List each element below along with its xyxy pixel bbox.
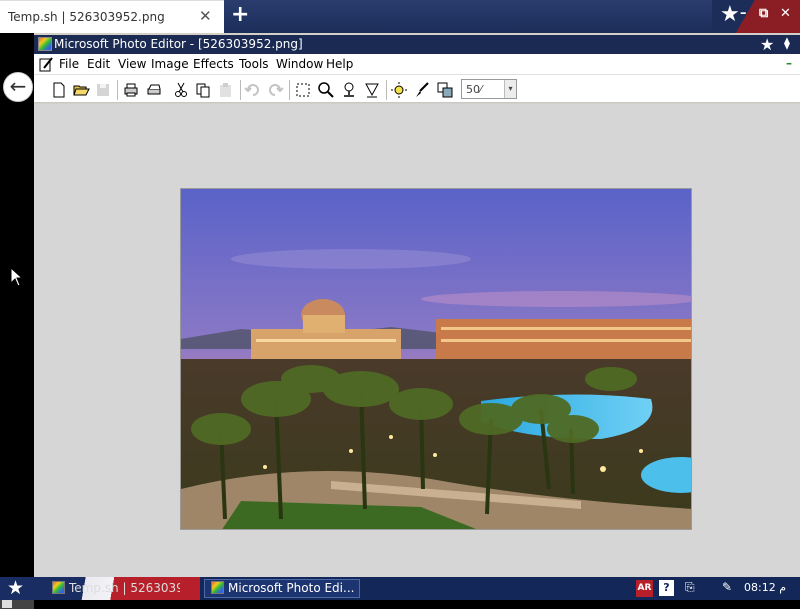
taskbar-item-label: Microsoft Photo Edi... — [228, 581, 355, 595]
window-title-bar[interactable]: Microsoft Photo Editor - [526303952.png]… — [34, 35, 800, 54]
document-brush-icon[interactable] — [38, 56, 54, 72]
transparency-icon[interactable] — [436, 81, 454, 99]
zoom-icon[interactable] — [317, 81, 335, 99]
photo-editor-window: Microsoft Photo Editor - [526303952.png]… — [34, 33, 800, 577]
menu-tools[interactable]: Tools — [239, 57, 269, 71]
tray-app-icon[interactable]: ✎ — [722, 580, 732, 594]
minimize-window-icon[interactable]: – — [740, 6, 747, 21]
back-arrow-icon[interactable]: ← — [3, 72, 33, 102]
left-strip: ← — [0, 33, 34, 609]
menu-effects[interactable]: Effects — [193, 57, 234, 71]
browser-window-controls: ★ – ⧉ ✕ — [712, 0, 800, 33]
new-tab-button[interactable]: + — [231, 4, 249, 26]
browser-tab-title: Temp.sh | 526303952.png — [8, 10, 165, 24]
toolbar: 50⁄ ▾ — [34, 75, 800, 103]
menu-file[interactable]: File — [59, 57, 79, 71]
star-icon: ★ — [7, 577, 25, 599]
star-icon: ★ — [760, 35, 775, 54]
close-window-icon[interactable]: ✕ — [780, 6, 791, 21]
image-canvas[interactable] — [34, 104, 800, 577]
minimize-document-icon[interactable]: – — [786, 56, 792, 70]
save-icon[interactable] — [94, 81, 112, 99]
browser-tab[interactable]: Temp.sh | 526303952.png ✕ — [0, 0, 224, 33]
close-tab-icon[interactable]: ✕ — [199, 7, 212, 25]
zoom-select[interactable]: 50⁄ ▾ — [461, 79, 517, 99]
taskbar: ★ Temp.sh | 526303952... Microsoft Photo… — [0, 577, 800, 600]
paste-icon[interactable] — [217, 81, 235, 99]
smudge-icon[interactable] — [340, 81, 358, 99]
paint-brush-icon[interactable] — [413, 81, 431, 99]
chevron-down-icon[interactable]: ▾ — [504, 80, 516, 98]
browser-app-icon — [52, 581, 65, 594]
cut-icon[interactable] — [172, 81, 190, 99]
language-indicator[interactable]: AR — [636, 580, 653, 597]
scan-icon[interactable] — [145, 81, 163, 99]
print-icon[interactable] — [122, 81, 140, 99]
menu-view[interactable]: View — [118, 57, 146, 71]
new-file-icon[interactable] — [50, 81, 68, 99]
menu-image[interactable]: Image — [151, 57, 189, 71]
select-rectangle-icon[interactable] — [294, 81, 312, 99]
photo-editor-app-icon — [38, 37, 52, 51]
menu-window[interactable]: Window — [276, 57, 323, 71]
restore-icon[interactable]: ⧫ — [784, 36, 790, 50]
clock: 08:12 م — [744, 581, 787, 594]
open-folder-icon[interactable] — [72, 81, 90, 99]
browser-tab-bar: Temp.sh | 526303952.png ✕ + ★ – ⧉ ✕ — [0, 0, 800, 33]
restore-window-icon[interactable]: ⧉ — [759, 6, 768, 21]
sharpen-icon[interactable] — [363, 81, 381, 99]
taskbar-item-photo-editor[interactable]: Microsoft Photo Edi... — [204, 579, 360, 598]
redo-icon[interactable] — [266, 81, 284, 99]
menu-edit[interactable]: Edit — [87, 57, 110, 71]
copy-icon[interactable] — [194, 81, 212, 99]
window-title: Microsoft Photo Editor - [526303952.png] — [54, 37, 303, 51]
network-icon[interactable]: ⎘ — [685, 580, 695, 595]
menu-help[interactable]: Help — [326, 57, 353, 71]
resort-photo[interactable] — [180, 188, 692, 530]
lighten-icon[interactable] — [390, 81, 408, 99]
taskbar-item-label: Temp.sh | 526303952... — [69, 581, 180, 595]
undo-icon[interactable] — [244, 81, 262, 99]
help-icon[interactable]: ? — [659, 580, 674, 596]
taskbar-item-browser[interactable]: Temp.sh | 526303952... — [50, 579, 180, 598]
system-tray: AR ? ⎘ ✎ 08:12 م — [630, 577, 800, 600]
photo-editor-app-icon — [211, 581, 224, 594]
zoom-value: 50⁄ — [466, 83, 482, 96]
star-icon: ★ — [720, 2, 740, 27]
menu-bar: File Edit View Image Effects Tools Windo… — [34, 54, 800, 75]
